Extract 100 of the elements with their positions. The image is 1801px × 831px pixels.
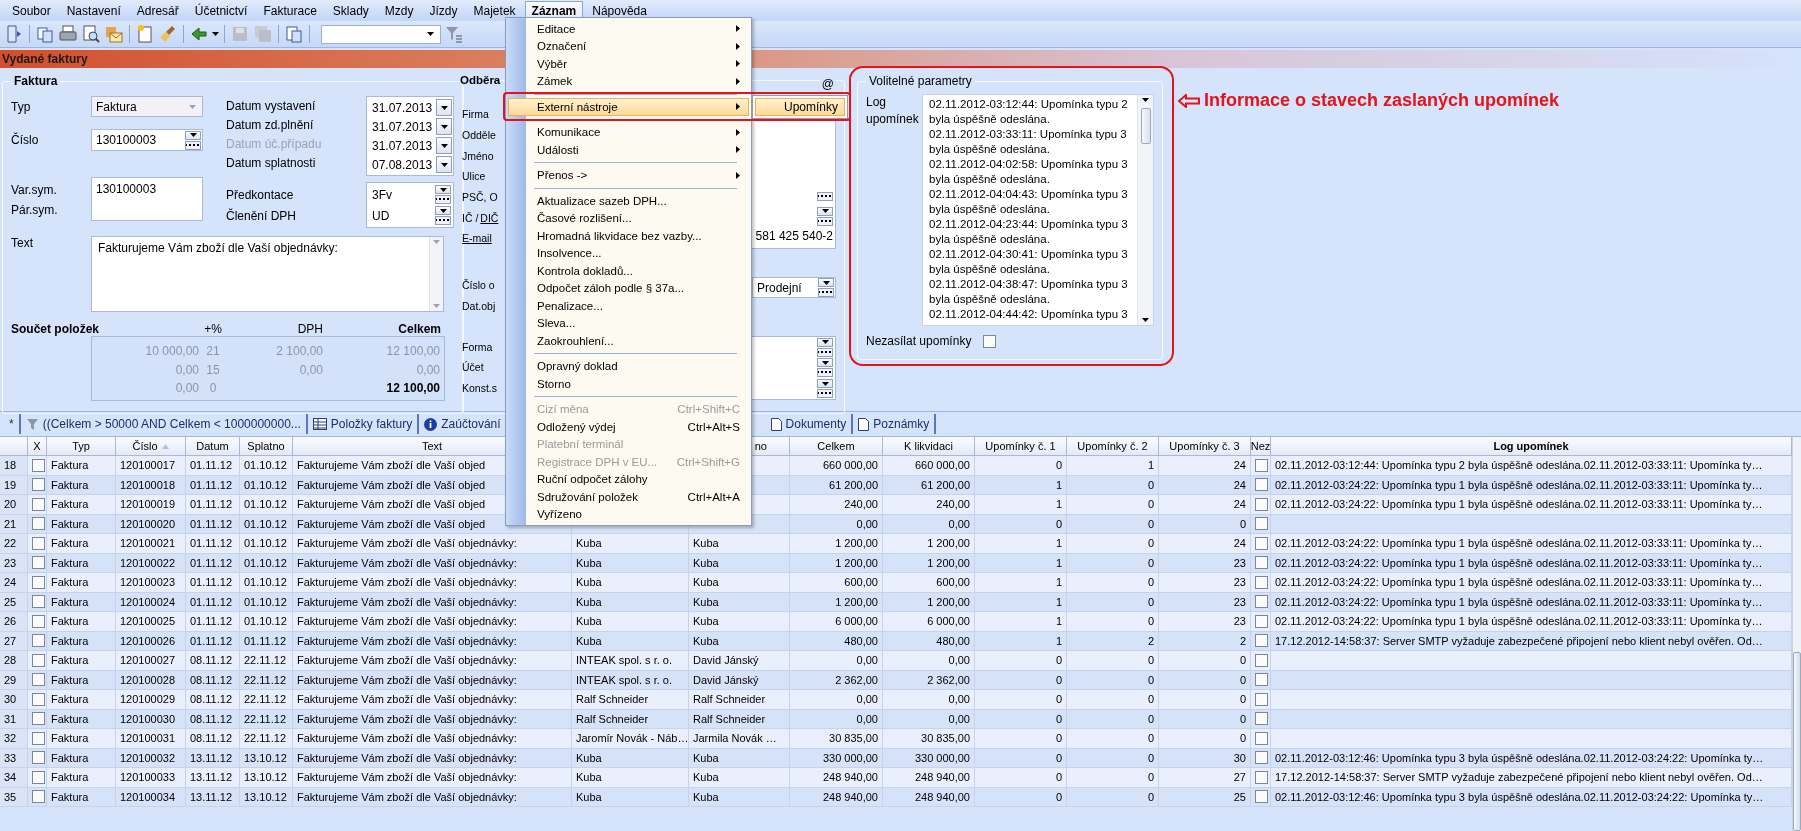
tab[interactable]: *	[4, 414, 21, 434]
menu-bar-item[interactable]: Adresář	[129, 1, 186, 20]
menu-item[interactable]: Komunikace	[508, 123, 749, 141]
menu-item[interactable]: Externí nástroje	[508, 98, 749, 116]
group-title: Volitelné parametry	[868, 74, 973, 88]
symbol-field[interactable]: 130100003	[91, 177, 203, 221]
table-cell: Kuba	[689, 573, 790, 593]
table-cell: 0	[1067, 768, 1159, 788]
table-cell: Fakturujeme Vám zboží dle Vaší objednávky:	[293, 787, 572, 807]
menu-bar-item[interactable]: Sklady	[325, 1, 376, 20]
column-header[interactable]: Splatno	[240, 437, 293, 456]
code-field[interactable]: 3Fv	[368, 184, 452, 205]
menu-bar-item[interactable]: Soubor	[5, 1, 58, 20]
menu-item[interactable]: Odložený výdej Ctrl+Alt+S	[508, 418, 749, 436]
date-field[interactable]: 07.08.2013	[368, 155, 452, 174]
tab[interactable]: Poznámky	[853, 414, 937, 434]
menu-bar-item[interactable]: Jízdy	[422, 1, 465, 20]
row-number: 23	[0, 553, 28, 573]
table-cell: 08.11.12	[186, 690, 240, 710]
table-cell: 120100023	[116, 573, 186, 593]
text-area[interactable]: Fakturujeme Vám zboží dle Vaší objednávky:	[91, 236, 444, 312]
menu-item[interactable]: Přenos ->	[508, 166, 749, 184]
column-header[interactable]: Typ	[47, 437, 116, 456]
table-cell: 01.11.12	[186, 612, 240, 632]
order-type-combo[interactable]: Prodejní	[752, 277, 836, 298]
total-text: 12 100,00	[385, 343, 441, 358]
menu-item[interactable]: Kontrola dokladů...	[508, 262, 749, 280]
menu-item[interactable]: Upomínky	[755, 98, 845, 116]
table-cell: 120100029	[116, 690, 186, 710]
menu-item[interactable]: Penalizace...	[508, 297, 749, 315]
menu-item[interactable]: Hromadná likvidace bez vazby...	[508, 227, 749, 245]
column-header[interactable]: Celkem	[790, 437, 883, 456]
table-cell: 0	[1067, 573, 1159, 593]
table-cell: 22.11.12	[240, 729, 293, 749]
column-header[interactable]: Datum	[186, 437, 240, 456]
table-cell: 1 200,00	[883, 534, 975, 554]
table-cell: Fakturujeme Vám zboží dle Vaší objednávky:	[293, 690, 572, 710]
table-cell: 0	[1067, 690, 1159, 710]
table-cell: Kuba	[572, 612, 689, 632]
column-header[interactable]: X	[28, 437, 47, 456]
table-cell: 0,00	[883, 690, 975, 710]
column-header[interactable]: K likvidaci	[883, 437, 975, 456]
menu-bar-item[interactable]: Účetnictví	[187, 1, 255, 20]
table-cell: 1	[975, 495, 1067, 515]
menu-item[interactable]: Opravný doklad	[508, 357, 749, 375]
tab[interactable]: ((Celkem > 50000 AND Celkem < 1000000000...	[20, 414, 308, 434]
number-field[interactable]: 130100003	[91, 129, 203, 151]
table-cell: 600,00	[790, 573, 883, 593]
table-cell: 02.11.2012-03:12:44: Upomínka typu 2 byla úspěšně odeslána.02.11.2012-03:33:11: Upomínka ty…	[1271, 456, 1792, 476]
table-cell: 248 940,00	[790, 768, 883, 788]
menu-bar-item[interactable]: Majetek	[466, 1, 523, 20]
table-row[interactable]: 31 Faktura 120100030 08.11.12 22.11.12 Fakturujeme Vám zboží dle Vaší objednávky: Ralf Schneider Ralf Schneider 0,00 0,00 0 0 0	[0, 709, 1792, 729]
table-row[interactable]: 28 Faktura 120100027 08.11.12 22.11.12 Fakturujeme Vám zboží dle Vaší objednávky: INTEAK spol. s r. o. David Jánský 0,00 0,00 0 0 0	[0, 651, 1792, 671]
menu-bar-item[interactable]: Mzdy	[377, 1, 421, 20]
menu-item[interactable]: Odpočet záloh podle § 37a...	[508, 279, 749, 297]
menu-bar-item[interactable]: Fakturace	[256, 1, 324, 20]
table-cell: 30 835,00	[790, 729, 883, 749]
menu-bar-item[interactable]: Nastavení	[59, 1, 128, 20]
column-header[interactable]: Upomínky č. 2	[1067, 437, 1159, 456]
menu-item[interactable]: Sleva...	[508, 314, 749, 332]
column-header[interactable]: Upomínky č. 3	[1159, 437, 1251, 456]
field-link[interactable]: E-mail	[462, 232, 492, 245]
table-cell: 600,00	[883, 573, 975, 593]
rate-text: 21	[205, 343, 221, 358]
table-row[interactable]: 32 Faktura 120100031 08.11.12 22.11.12 Fakturujeme Vám zboží dle Vaší objednávky: Jaromír Novák - Náb… Jarmila Novák … 30 835,00 30 835,00 0 0 0	[0, 729, 1792, 749]
field-label: Firma	[462, 108, 489, 121]
table-cell: Faktura	[47, 787, 116, 807]
column-header[interactable]: Číslo	[116, 437, 186, 456]
menu-item[interactable]: Editace	[508, 20, 749, 38]
row-number: 24	[0, 573, 28, 593]
date-field[interactable]: 31.07.2013	[368, 117, 452, 136]
menu-item[interactable]: Aktualizace sazeb DPH...	[508, 192, 749, 210]
phone-text: 581 425 540-2	[754, 229, 834, 243]
table-cell: Faktura	[47, 690, 116, 710]
log-entry: 02.11.2012-04:04:43: Upomínka typu 3 byla úspěšně odeslána.	[929, 187, 1129, 217]
date-field[interactable]: 31.07.2013	[368, 98, 452, 117]
column-header[interactable]: Nez	[1251, 437, 1271, 456]
menu-item[interactable]: Časové rozlišení...	[508, 209, 749, 227]
field-label: Var.sym.	[11, 183, 58, 197]
type-combo[interactable]: Faktura	[91, 96, 203, 117]
menu-item[interactable]: Události	[508, 141, 749, 159]
menu-item[interactable]: Storno	[508, 375, 749, 393]
field-link[interactable]: DIČ	[480, 211, 499, 224]
table-row[interactable]: 29 Faktura 120100028 08.11.12 22.11.12 Fakturujeme Vám zboží dle Vaší objednávky: INTEAK spol. s r. o. David Jánský 2 362,00 2 362,00 0 0 0	[0, 670, 1792, 690]
tab[interactable]: Položky faktury	[307, 414, 420, 434]
menu-item[interactable]: Insolvence...	[508, 244, 749, 262]
table-row[interactable]: 30 Faktura 120100029 08.11.12 22.11.12 Fakturujeme Vám zboží dle Vaší objednávky: Ralf Schneider Ralf Schneider 0,00 0,00 0 0 0	[0, 690, 1792, 710]
menu-bar-item[interactable]: Nápověda	[585, 1, 654, 20]
tab[interactable]: Dokumenty	[765, 414, 854, 434]
column-header[interactable]: Log upomínek	[1271, 437, 1792, 456]
table-cell: 0	[975, 768, 1067, 788]
menu-item[interactable]: Zámek	[508, 72, 749, 90]
field-label: Číslo	[11, 133, 40, 147]
code-field[interactable]: UD	[368, 205, 452, 226]
column-header[interactable]: Upomínky č. 1	[975, 437, 1067, 456]
row-number: 35	[0, 787, 28, 807]
table-cell: 120100021	[116, 534, 186, 554]
table-cell: 01.10.12	[240, 612, 293, 632]
table-cell: 1	[975, 534, 1067, 554]
menu-item[interactable]: Zaokrouhlení...	[508, 332, 749, 350]
